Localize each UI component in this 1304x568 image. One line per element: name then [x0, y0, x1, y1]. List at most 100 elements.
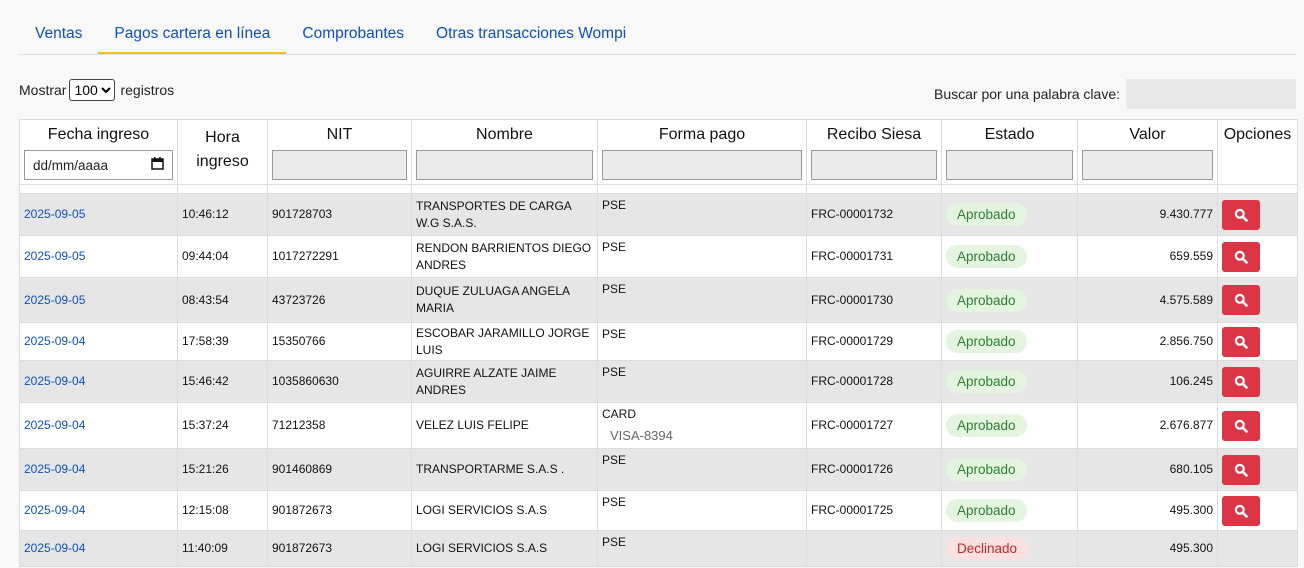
cell-valor: 4.575.589	[1077, 277, 1218, 323]
col-hora-label-1: Hora	[205, 129, 240, 146]
cell-hora: 10:46:12	[177, 193, 268, 236]
fecha-filter-input[interactable]: dd/mm/aaaa	[24, 150, 173, 180]
tab-pagos-cartera[interactable]: Pagos cartera en línea	[98, 14, 287, 54]
tab-comprobantes[interactable]: Comprobantes	[286, 14, 420, 54]
col-forma-label: Forma pago	[658, 126, 746, 143]
nit-filter-input[interactable]	[272, 150, 407, 180]
search-icon	[1234, 208, 1248, 222]
table-row: 2025-09-04 17:58:39 15350766 ESCOBAR JAR…	[19, 322, 1298, 361]
calendar-icon[interactable]	[151, 157, 164, 173]
cell-estado: Aprobado	[941, 360, 1078, 403]
view-details-button[interactable]	[1222, 199, 1260, 230]
cell-estado: Aprobado	[941, 235, 1078, 278]
fecha-link[interactable]: 2025-09-04	[24, 334, 85, 348]
cell-nombre: RENDON BARRIENTOS DIEGO ANDRES	[411, 235, 598, 278]
fecha-link[interactable]: 2025-09-04	[24, 503, 85, 517]
col-opciones: Opciones	[1217, 119, 1298, 185]
cell-nombre: VELEZ LUIS FELIPE	[411, 402, 598, 449]
cell-recibo: FRC-00001729	[806, 322, 942, 361]
col-nit: NIT	[267, 119, 412, 185]
col-estado: Estado	[941, 119, 1078, 185]
col-fecha: Fecha ingreso dd/mm/aaaa	[19, 119, 178, 185]
cell-fecha[interactable]: 2025-09-05	[19, 193, 178, 236]
forma-pago-text: PSE	[602, 495, 627, 509]
col-valor: Valor	[1077, 119, 1218, 185]
tab-otras-transacciones[interactable]: Otras transacciones Wompi	[420, 14, 642, 54]
fecha-link[interactable]: 2025-09-04	[24, 418, 85, 432]
cell-estado: Aprobado	[941, 448, 1078, 491]
spacer-row	[19, 184, 1298, 194]
fecha-link[interactable]: 2025-09-04	[24, 374, 85, 388]
cell-valor: 2.856.750	[1077, 322, 1218, 361]
search-icon	[1234, 250, 1248, 264]
forma-pago-text: PSE	[602, 535, 627, 549]
registros-label: registros	[120, 82, 175, 98]
cell-fecha[interactable]: 2025-09-04	[19, 530, 178, 567]
cell-nit: 1035860630	[267, 360, 412, 403]
cell-fecha[interactable]: 2025-09-05	[19, 235, 178, 278]
view-details-button[interactable]	[1222, 241, 1260, 272]
page-size-select[interactable]: 100	[69, 79, 116, 101]
search-icon	[1234, 293, 1248, 307]
status-badge: Aprobado	[946, 458, 1027, 481]
cell-nit: 1017272291	[267, 235, 412, 278]
cell-opciones	[1217, 360, 1298, 403]
cell-nombre: TRANSPORTARME S.A.S .	[411, 448, 598, 491]
view-details-button[interactable]	[1222, 285, 1260, 315]
cell-valor: 680.105	[1077, 448, 1218, 491]
tab-ventas[interactable]: Ventas	[19, 14, 98, 54]
col-nit-label: NIT	[326, 126, 353, 143]
cell-recibo: FRC-00001730	[806, 277, 942, 323]
table-row: 2025-09-04 11:40:09 901872673 LOGI SERVI…	[19, 530, 1298, 567]
forma-filter-input[interactable]	[602, 150, 802, 180]
recibo-filter-input[interactable]	[811, 150, 937, 180]
view-details-button[interactable]	[1222, 495, 1260, 526]
view-details-button[interactable]	[1222, 454, 1260, 485]
fecha-link[interactable]: 2025-09-05	[24, 207, 85, 221]
view-details-button[interactable]	[1222, 410, 1260, 441]
estado-filter-input[interactable]	[946, 150, 1073, 180]
table-row: 2025-09-04 15:37:24 71212358 VELEZ LUIS …	[19, 402, 1298, 449]
col-fecha-label: Fecha ingreso	[47, 126, 150, 143]
cell-estado: Aprobado	[941, 193, 1078, 236]
payments-table: Fecha ingreso dd/mm/aaaa Hora ingreso NI…	[19, 119, 1298, 567]
table-row: 2025-09-04 15:21:26 901460869 TRANSPORTA…	[19, 448, 1298, 491]
cell-fecha[interactable]: 2025-09-04	[19, 322, 178, 361]
col-estado-label: Estado	[984, 126, 1035, 143]
cell-hora: 15:37:24	[177, 402, 268, 449]
cell-forma: PSE	[597, 193, 807, 236]
search-icon	[1234, 335, 1248, 349]
cell-hora: 08:43:54	[177, 277, 268, 323]
cell-estado: Aprobado	[941, 322, 1078, 361]
col-nombre: Nombre	[411, 119, 598, 185]
view-details-button[interactable]	[1222, 326, 1260, 357]
view-details-button[interactable]	[1222, 366, 1260, 397]
fecha-link[interactable]: 2025-09-04	[24, 541, 85, 555]
fecha-link[interactable]: 2025-09-05	[24, 249, 85, 263]
cell-forma: PSE	[597, 360, 807, 403]
nombre-filter-input[interactable]	[416, 150, 593, 180]
cell-fecha[interactable]: 2025-09-05	[19, 277, 178, 323]
table-row: 2025-09-04 15:46:42 1035860630 AGUIRRE A…	[19, 360, 1298, 403]
col-forma: Forma pago	[597, 119, 807, 185]
cell-fecha[interactable]: 2025-09-04	[19, 402, 178, 449]
cell-fecha[interactable]: 2025-09-04	[19, 360, 178, 403]
cell-estado: Aprobado	[941, 402, 1078, 449]
cell-fecha[interactable]: 2025-09-04	[19, 448, 178, 491]
header-row: Fecha ingreso dd/mm/aaaa Hora ingreso NI…	[19, 119, 1298, 185]
fecha-link[interactable]: 2025-09-05	[24, 293, 85, 307]
search-input[interactable]	[1126, 79, 1296, 109]
tab-bar: Ventas Pagos cartera en línea Comprobant…	[19, 14, 1296, 55]
valor-filter-input[interactable]	[1082, 150, 1213, 180]
status-badge: Aprobado	[946, 288, 1027, 312]
cell-forma: PSE	[597, 235, 807, 278]
forma-pago-text: PSE	[602, 327, 627, 341]
cell-nit: 901460869	[267, 448, 412, 491]
cell-nombre: LOGI SERVICIOS S.A.S	[411, 530, 598, 567]
date-placeholder: dd/mm/aaaa	[33, 157, 109, 173]
fecha-link[interactable]: 2025-09-04	[24, 462, 85, 476]
cell-hora: 09:44:04	[177, 235, 268, 278]
cell-nombre: LOGI SERVICIOS S.A.S	[411, 490, 598, 531]
cell-opciones	[1217, 490, 1298, 531]
cell-fecha[interactable]: 2025-09-04	[19, 490, 178, 531]
